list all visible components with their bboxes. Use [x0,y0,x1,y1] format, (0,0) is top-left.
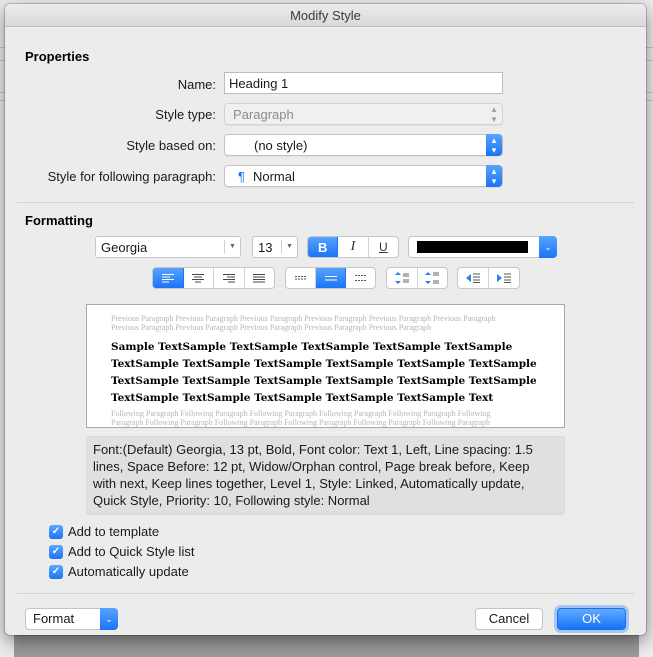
italic-icon: I [350,239,356,254]
font-size-value: 13 [258,240,273,255]
add-to-quick-style-label: Add to Quick Style list [68,544,195,559]
align-center-button[interactable] [184,268,214,288]
name-field[interactable]: Heading 1 [224,72,503,94]
name-label: Name: [177,77,216,92]
style-based-on-select[interactable]: (no style) ▴ ▾ [224,134,503,156]
font-style-buttons: B I U [307,236,399,258]
dropdown-arrow-icon[interactable]: ▼ [281,240,297,254]
style-type-value: Paragraph [233,107,294,122]
line-spacing-buttons [285,267,376,289]
name-field-value: Heading 1 [229,76,289,91]
underline-button[interactable]: U [369,237,398,257]
formatting-heading: Formatting [25,213,93,228]
justify-icon [253,274,266,283]
chevron-down-icon[interactable]: ⌄ [100,608,118,630]
sample-text-line: TextSample TextSample TextSample TextSam… [111,375,537,387]
align-center-icon [192,274,205,283]
increase-indent-button[interactable] [489,268,519,288]
up-down-chevron-icon: ▴ ▾ [491,104,497,124]
following-paragraph-label: Style for following paragraph: [47,169,216,184]
following-paragraph-text: Following Paragraph Following Paragraph … [111,409,491,427]
one-and-half-spacing-icon [324,275,337,280]
style-type-label: Style type: [155,107,216,122]
increase-paragraph-spacing-icon [425,272,440,284]
font-color-swatch [417,241,528,253]
previous-paragraph-text: Previous Paragraph Previous Paragraph Pr… [111,314,496,332]
decrease-paragraph-spacing-button[interactable] [387,268,418,288]
modify-style-dialog: Modify Style Properties Name: Heading 1 … [5,4,646,635]
decrease-indent-button[interactable] [458,268,489,288]
following-paragraph-value: Normal [252,169,295,184]
underline-icon: U [378,240,388,254]
font-name-combobox[interactable]: Georgia ▼ [95,236,241,258]
dropdown-arrow-icon[interactable]: ▼ [224,240,240,254]
cancel-button[interactable]: Cancel [475,608,543,630]
align-left-button[interactable] [153,268,184,288]
style-preview: Previous Paragraph Previous Paragraph Pr… [86,304,565,428]
paragraph-spacing-buttons [386,267,448,289]
bold-icon: B [317,239,328,255]
add-to-quick-style-option[interactable]: ✓ Add to Quick Style list [49,544,194,559]
decrease-paragraph-spacing-icon [394,272,409,284]
properties-heading: Properties [25,49,90,64]
sample-text-block: Sample TextSample TextSample TextSample … [111,339,537,407]
font-color-picker[interactable]: ⌄ [408,236,557,258]
following-paragraph-select[interactable]: ¶ Normal ▴ ▾ [224,165,503,187]
chevron-down-icon[interactable]: ⌄ [539,236,557,258]
sample-text-line: TextSample TextSample TextSample TextSam… [111,392,494,404]
bold-button[interactable]: B [308,237,339,257]
sample-text-line: TextSample TextSample TextSample TextSam… [111,358,537,370]
checkbox-checked-icon[interactable]: ✓ [49,544,63,559]
style-based-on-value: (no style) [254,138,308,153]
style-description-text: Font:(Default) Georgia, 13 pt, Bold, Fon… [93,442,533,508]
ok-button[interactable]: OK [557,608,626,630]
double-spacing-icon [354,275,367,281]
indent-buttons [457,267,520,289]
dialog-title: Modify Style [5,4,646,27]
double-spacing-button[interactable] [346,268,375,288]
add-to-template-label: Add to template [68,524,160,539]
align-right-icon [222,274,235,283]
font-size-combobox[interactable]: 13 ▼ [252,236,298,258]
style-based-on-label: Style based on: [126,138,216,153]
section-divider [17,202,634,203]
increase-paragraph-spacing-button[interactable] [418,268,448,288]
footer-divider [17,593,634,594]
font-name-value: Georgia [101,240,148,255]
add-to-template-option[interactable]: ✓ Add to template [49,524,159,539]
checkbox-checked-icon[interactable]: ✓ [49,524,63,539]
decrease-indent-icon [466,273,480,283]
checkbox-checked-icon[interactable]: ✓ [49,564,63,579]
background-document-area [14,635,639,657]
automatically-update-option[interactable]: ✓ Automatically update [49,564,189,579]
format-menu-button[interactable]: Format ⌄ [25,608,118,630]
style-description: Font:(Default) Georgia, 13 pt, Bold, Fon… [86,436,565,515]
justify-button[interactable] [245,268,275,288]
up-down-chevron-icon: ▴ ▾ [486,165,502,187]
format-label: Format [33,611,75,626]
single-spacing-button[interactable] [286,268,316,288]
one-and-half-spacing-button[interactable] [316,268,346,288]
italic-button[interactable]: I [338,237,369,257]
automatically-update-label: Automatically update [68,564,189,579]
style-type-select[interactable]: Paragraph ▴ ▾ [224,103,503,125]
up-down-chevron-icon: ▴ ▾ [486,134,502,156]
align-left-icon [161,274,174,283]
pilcrow-icon: ¶ [238,169,245,184]
increase-indent-icon [497,273,511,283]
sample-text-line: Sample TextSample TextSample TextSample … [111,341,513,353]
align-right-button[interactable] [214,268,245,288]
alignment-buttons [152,267,275,289]
single-spacing-icon [294,276,307,280]
